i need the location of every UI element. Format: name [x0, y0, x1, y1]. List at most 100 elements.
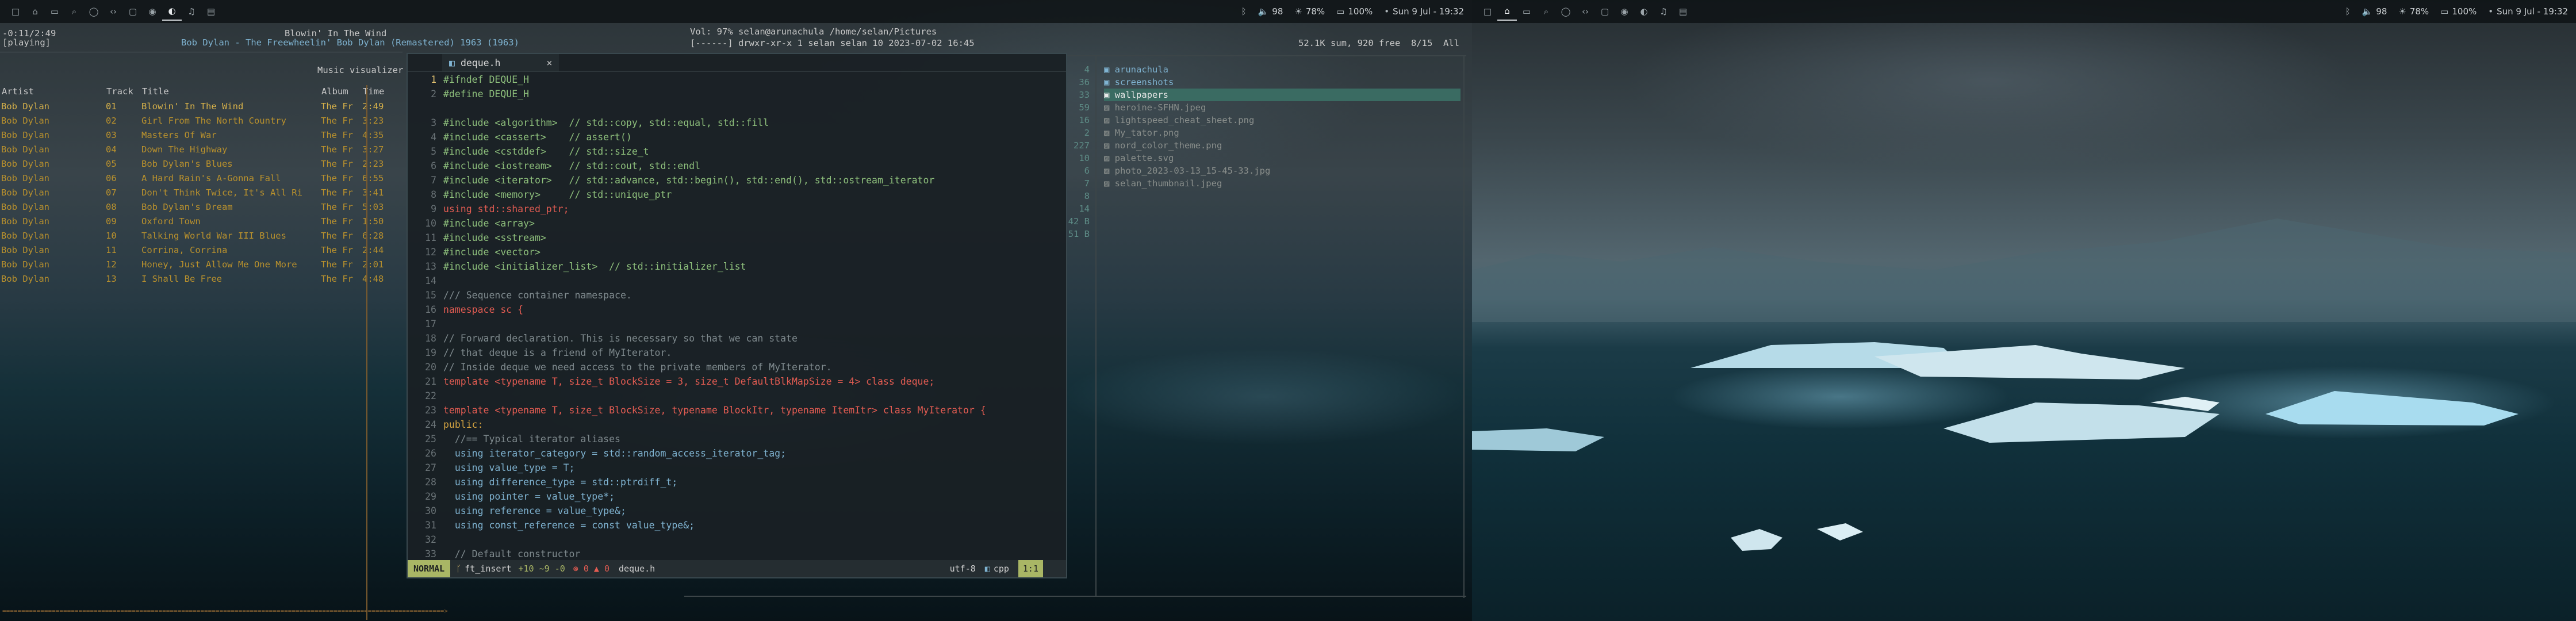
line-text: using std::shared_ptr;: [443, 204, 569, 214]
battery-value: 100%: [1348, 6, 1373, 17]
directory-entry[interactable]: ▣ wallpapers: [1104, 89, 1460, 101]
code-area[interactable]: 1 #ifndef DEQUE_H 2 #define DEQUE_H 3 #includ…: [408, 72, 1066, 560]
code-line: 19 // that deque is a friend of MyIterato…: [408, 346, 1066, 360]
right-workspace-9-icon[interactable]: ◐: [1634, 3, 1654, 20]
line-number: 10: [425, 218, 436, 229]
left-workspace-9-icon[interactable]: ◐: [162, 2, 182, 21]
right-workspace-8-icon[interactable]: ◉: [1615, 3, 1634, 20]
line-text: #ifndef DEQUE_H: [443, 74, 530, 85]
diagnostics-count: 0 ▲ 0: [583, 564, 610, 574]
playlist-row[interactable]: Bob Dylan 05 Bob Dylan's Blues The Fr 2:23: [1, 157, 392, 171]
code-line: 21 template <typename T, size_t BlockSize…: [408, 374, 1066, 389]
line-number: 27: [425, 462, 436, 473]
line-text: #include <cassert> // assert(): [443, 132, 632, 143]
left-workspace-7-icon[interactable]: ▢: [123, 3, 143, 20]
tab-deque-h[interactable]: ◧ deque.h ×: [442, 54, 559, 71]
code-line: 23 template <typename T, size_t BlockSize…: [408, 403, 1066, 417]
image-file-icon: ▨: [1104, 128, 1115, 138]
right-workspace-6-icon[interactable]: ‹›: [1575, 3, 1595, 20]
playlist-cell-artist: Bob Dylan: [1, 274, 49, 284]
playlist-row[interactable]: Bob Dylan 01 Blowin' In The Wind The Fr 2:49: [1, 99, 392, 114]
playlist-cell-title: I Shall Be Free: [141, 274, 222, 284]
right-workspace-3-icon[interactable]: ▭: [1517, 3, 1536, 20]
playlist-cell-title: A Hard Rain's A-Gonna Fall: [141, 173, 281, 183]
playlist-cell-track: 05: [106, 159, 117, 169]
clock[interactable]: • Sun 9 Jul - 19:32: [1384, 6, 1464, 17]
datetime: Sun 9 Jul - 19:32: [1393, 6, 1464, 17]
directory-entry[interactable]: ▣ arunachula: [1104, 63, 1460, 76]
line-text: #include <iostream> // std::cout, std::e…: [443, 160, 701, 171]
column-header: Album: [321, 86, 348, 97]
workspace-switcher: □ ⌂ ▭ ⌕ ◯ ‹› ▢ ◉ ◐ ♫ ▤: [1478, 2, 1693, 21]
line-number: 32: [425, 534, 436, 545]
image-file-icon: ▨: [1104, 102, 1115, 113]
file-entry[interactable]: ▨ photo_2023-03-13_15-45-33.jpg: [1104, 164, 1460, 177]
code-line: 17: [408, 317, 1066, 331]
right-workspace-11-icon[interactable]: ▤: [1673, 3, 1693, 20]
playlist-cell-album: The Fr: [321, 231, 353, 241]
right-workspace-1-icon[interactable]: □: [1478, 3, 1497, 20]
bluetooth-indicator: ᛒ: [2345, 6, 2351, 17]
left-workspace-11-icon[interactable]: ▤: [201, 3, 221, 20]
playlist-cell-track: 01: [106, 101, 117, 112]
file-entry[interactable]: ▨ selan_thumbnail.jpeg: [1104, 177, 1460, 190]
file-entry[interactable]: ▨ heroine-SFHN.jpeg: [1104, 101, 1460, 114]
playlist-row[interactable]: Bob Dylan 11 Corrina, Corrina The Fr 2:44: [1, 243, 392, 258]
file-entry[interactable]: ▨ nord_color_theme.png: [1104, 139, 1460, 152]
left-workspace-4-icon[interactable]: ⌕: [64, 3, 84, 20]
playlist-row[interactable]: Bob Dylan 09 Oxford Town The Fr 1:50: [1, 214, 392, 229]
playlist-row[interactable]: Bob Dylan 02 Girl From The North Country Th…: [1, 114, 392, 128]
file-entry[interactable]: ▨ palette.svg: [1104, 152, 1460, 164]
right-monitor: □ ⌂ ▭ ⌕ ◯ ‹› ▢ ◉ ◐ ♫ ▤ ᛒ 🔈 98 ☀ 78% ▭ 100% • Sun 9 Jul…: [1472, 0, 2576, 621]
left-workspace-3-icon[interactable]: ▭: [45, 3, 64, 20]
right-workspace-7-icon[interactable]: ▢: [1595, 3, 1615, 20]
playlist-row[interactable]: Bob Dylan 06 A Hard Rain's A-Gonna Fall The…: [1, 171, 392, 186]
close-icon[interactable]: ×: [546, 57, 552, 68]
left-workspace-8-icon[interactable]: ◉: [143, 3, 162, 20]
clock[interactable]: • Sun 9 Jul - 19:32: [2488, 6, 2568, 17]
line-number: 8: [431, 189, 436, 200]
playlist-cell-track: 07: [106, 187, 117, 198]
playlist-row[interactable]: Bob Dylan 04 Down The Highway The Fr 3:27: [1, 143, 392, 157]
playlist-row[interactable]: Bob Dylan 07 Don't Think Twice, It's All R…: [1, 186, 392, 200]
file-entry[interactable]: ▨ lightspeed_cheat_sheet.png: [1104, 114, 1460, 126]
git-branch: ᚴ ft_insert: [456, 564, 511, 574]
playlist-cell-album: The Fr: [321, 130, 353, 140]
line-number: 14: [425, 275, 436, 286]
right-workspace-2-icon[interactable]: ⌂: [1497, 2, 1517, 21]
playlist-cell-title: Down The Highway: [141, 144, 228, 155]
image-file-icon: ▨: [1104, 178, 1115, 189]
playlist-cell-artist: Bob Dylan: [1, 187, 49, 198]
progress-bar[interactable]: ========================================…: [2, 604, 448, 618]
playlist-cell-track: 06: [106, 173, 117, 183]
code-line: 28 using difference_type = std::ptrdiff_…: [408, 475, 1066, 489]
playlist-cell-title: Honey, Just Allow Me One More: [141, 259, 297, 270]
directory-entry[interactable]: ▣ screenshots: [1104, 76, 1460, 89]
left-workspace-5-icon[interactable]: ◯: [84, 3, 103, 20]
file-entry[interactable]: ▨ My_tator.png: [1104, 126, 1460, 139]
cpp-icon: ◧: [984, 564, 990, 574]
playlist-row[interactable]: Bob Dylan 08 Bob Dylan's Dream The Fr 5:03: [1, 200, 392, 214]
playlist-row[interactable]: Bob Dylan 10 Talking World War III Blues Th…: [1, 229, 392, 243]
folder-icon: ▣: [1104, 64, 1115, 75]
playlist-cell-artist: Bob Dylan: [1, 144, 49, 155]
playlist-row[interactable]: Bob Dylan 03 Masters Of War The Fr 4:35: [1, 128, 392, 143]
volume-path-line: Vol: 97% selan@arunachula /home/selan/Pi…: [690, 26, 937, 37]
top-bar-left: □ ⌂ ▭ ⌕ ◯ ‹› ▢ ◉ ◐ ♫ ▤ ᛒ 🔈 98 ☀ 78% ▭ 100% • Sun 9 Jul…: [0, 0, 1472, 23]
left-workspace-10-icon[interactable]: ♫: [182, 3, 201, 20]
right-workspace-10-icon[interactable]: ♫: [1654, 3, 1673, 20]
playlist-header: Artist Track Title Album Time: [1, 84, 392, 99]
left-workspace-1-icon[interactable]: □: [6, 3, 25, 20]
code-line: 12 #include <vector>: [408, 245, 1066, 259]
line-number: 11: [425, 232, 436, 243]
line-text: #include <vector>: [443, 247, 540, 258]
right-workspace-5-icon[interactable]: ◯: [1556, 3, 1575, 20]
left-workspace-2-icon[interactable]: ⌂: [25, 3, 45, 20]
playlist-row[interactable]: Bob Dylan 13 I Shall Be Free The Fr 4:48: [1, 272, 392, 286]
playlist-cell-album: The Fr: [321, 259, 353, 270]
right-workspace-4-icon[interactable]: ⌕: [1536, 3, 1556, 20]
left-workspace-6-icon[interactable]: ‹›: [103, 3, 123, 20]
line-number: 6: [431, 160, 436, 171]
cpp-file-icon: ◧: [449, 57, 455, 68]
playlist-row[interactable]: Bob Dylan 12 Honey, Just Allow Me One More…: [1, 258, 392, 272]
